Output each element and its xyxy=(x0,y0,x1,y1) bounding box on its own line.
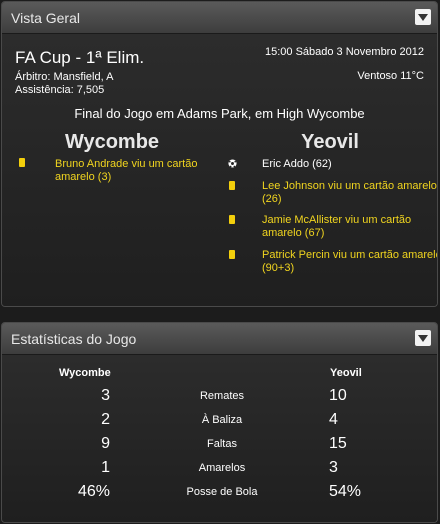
ball-icon xyxy=(228,159,237,168)
stat-home-value: 2 xyxy=(101,411,110,428)
referee-label: Árbitro: Mansfield, A xyxy=(15,71,114,83)
stat-label: Faltas xyxy=(207,438,237,450)
yellow-card-icon xyxy=(229,215,235,224)
event-text: Patrick Percin viu um cartão amarelo (90… xyxy=(262,249,438,274)
stat-row: 2 À Baliza 4 xyxy=(2,411,437,433)
stat-row: 3 Remates 10 xyxy=(2,387,437,409)
stat-row: 46% Posse de Bola 54% xyxy=(2,483,437,505)
away-team-name: Yeovil xyxy=(301,131,359,153)
stats-panel: Estatísticas do Jogo Wycombe Yeovil 3 Re… xyxy=(1,322,438,523)
overview-body: FA Cup - 1ª Elim. Árbitro: Mansfield, A … xyxy=(2,34,437,306)
stats-collapse-button[interactable] xyxy=(415,330,431,346)
stats-home-team: Wycombe xyxy=(59,367,111,379)
stat-label: Remates xyxy=(199,390,245,402)
stat-home-value: 9 xyxy=(101,435,110,452)
stat-row: 1 Amarelos 3 xyxy=(2,459,437,481)
stat-away-value: 54% xyxy=(329,483,362,500)
event-text: Bruno Andrade viu um cartão amarelo (3) xyxy=(55,158,198,183)
stat-label: Posse de Bola xyxy=(186,486,258,498)
weather-label: Ventoso 11°C xyxy=(357,70,424,82)
stat-home-value: 3 xyxy=(101,387,110,404)
stats-away-team: Yeovil xyxy=(330,367,362,379)
stat-away-value: 15 xyxy=(329,435,347,452)
event-text: Lee Johnson viu um cartão amarelo (26) xyxy=(262,180,437,205)
stat-label: Amarelos xyxy=(198,462,246,474)
stat-away-value: 3 xyxy=(329,459,338,476)
event-text: Eric Addo (62) xyxy=(262,158,332,170)
event-text: Jamie McAllister viu um cartão amarelo (… xyxy=(262,214,412,239)
chevron-down-icon xyxy=(418,334,428,342)
competition-title: FA Cup - 1ª Elim. xyxy=(15,48,145,67)
overview-title: Vista Geral xyxy=(11,10,80,26)
stat-away-value: 4 xyxy=(329,411,338,428)
stat-row: 9 Faltas 15 xyxy=(2,435,437,457)
stats-header: Estatísticas do Jogo xyxy=(2,323,437,355)
overview-header: Vista Geral xyxy=(2,2,437,34)
match-datetime: 15:00 Sábado 3 Novembro 2012 xyxy=(264,46,424,58)
stat-label: À Baliza xyxy=(201,414,243,426)
stat-home-value: 46% xyxy=(77,483,110,500)
chevron-down-icon xyxy=(418,13,428,21)
stats-body: Wycombe Yeovil 3 Remates 10 2 À Baliza 4… xyxy=(2,355,437,522)
yellow-card-icon xyxy=(229,181,235,190)
yellow-card-icon xyxy=(19,158,25,167)
overview-collapse-button[interactable] xyxy=(415,9,431,25)
stats-title: Estatísticas do Jogo xyxy=(11,331,137,347)
overview-panel: Vista Geral FA Cup - 1ª Elim. Árbitro: M… xyxy=(1,1,438,307)
stat-away-value: 10 xyxy=(329,387,347,404)
home-team-name: Wycombe xyxy=(64,131,160,153)
attendance-label: Assistência: 7,505 xyxy=(15,84,105,96)
stat-home-value: 1 xyxy=(101,459,110,476)
venue-line: Final do Jogo em Adams Park, em High Wyc… xyxy=(74,106,365,121)
yellow-card-icon xyxy=(229,250,235,259)
